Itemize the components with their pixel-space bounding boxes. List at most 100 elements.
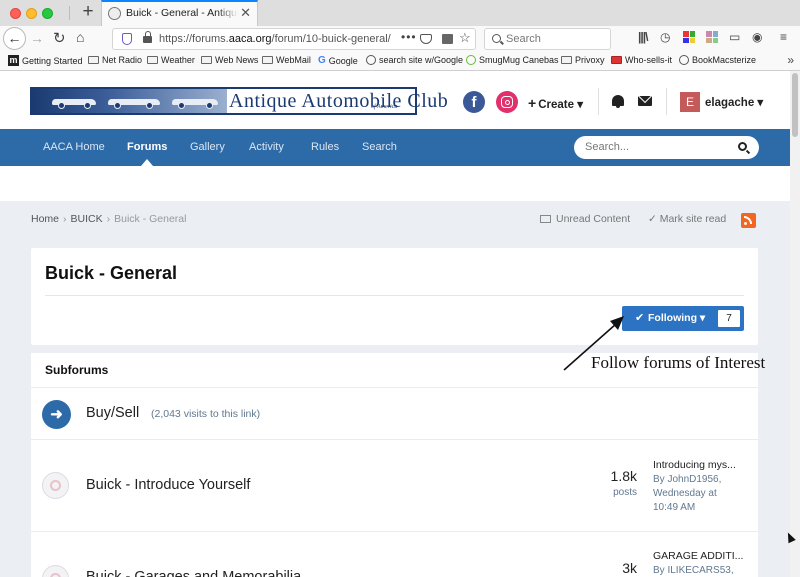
bookmark-item[interactable]: m Getting Started: [8, 55, 83, 66]
last-post-title[interactable]: GARAGE ADDITI...: [653, 550, 743, 562]
notifications-bell-icon[interactable]: [612, 95, 624, 108]
back-button[interactable]: ←: [3, 27, 26, 50]
site-search-input[interactable]: Search...: [574, 136, 759, 159]
create-menu-button[interactable]: + Create ▾: [528, 95, 583, 111]
breadcrumb-home[interactable]: Home: [31, 213, 59, 225]
bookmark-item[interactable]: search site w/Google: [366, 55, 463, 65]
grid-extension-icon[interactable]: [706, 31, 718, 43]
bookmark-item[interactable]: WebMail: [262, 55, 311, 65]
user-menu[interactable]: elagache ▾: [705, 95, 763, 109]
logo-text: Antique Automobile Club: [229, 90, 449, 112]
unread-content-link[interactable]: Unread Content: [540, 213, 630, 225]
menu-icon[interactable]: ≡: [780, 30, 787, 44]
home-button[interactable]: ⌂: [76, 29, 84, 45]
active-nav-caret: [141, 159, 153, 166]
history-icon[interactable]: ◷: [660, 30, 670, 44]
facebook-icon[interactable]: f: [463, 91, 485, 113]
last-post-author[interactable]: By ILIKECARS53,: [653, 564, 753, 577]
last-post-author[interactable]: By JohnD1956,: [653, 473, 753, 487]
search-icon[interactable]: [738, 142, 747, 151]
forum-badge-icon: [42, 472, 69, 499]
page-actions-icon[interactable]: •••: [401, 30, 417, 44]
minimize-window-button[interactable]: [26, 8, 37, 19]
screenshot-icon[interactable]: [442, 34, 453, 44]
zoom-window-button[interactable]: [42, 8, 53, 19]
bookmark-item[interactable]: G Google: [318, 55, 358, 66]
bookmark-item[interactable]: Who-sells-it: [611, 55, 672, 65]
nav-gallery[interactable]: Gallery: [190, 141, 225, 153]
following-button[interactable]: ✔ Following ▾ 7: [622, 306, 744, 331]
subforums-heading: Subforums: [45, 363, 109, 377]
nav-search[interactable]: Search: [362, 141, 397, 153]
folder-icon: [201, 56, 212, 64]
subforum-title-introduce[interactable]: Buick - Introduce Yourself: [86, 477, 250, 493]
page-scrollbar[interactable]: [790, 71, 800, 577]
url-text[interactable]: https://forums.aaca.org/forum/10-buick-g…: [159, 33, 391, 45]
redirect-arrow-icon: ➜: [42, 400, 71, 429]
breadcrumb-current: Buick - General: [114, 213, 187, 225]
annotation-arrow-icon: [563, 316, 624, 371]
lock-icon[interactable]: [143, 31, 152, 43]
search-icon: [492, 34, 501, 43]
new-tab-button[interactable]: +: [78, 2, 98, 22]
instagram-icon[interactable]: [496, 91, 518, 113]
checkmark-icon: ✓: [648, 213, 660, 225]
nav-activity[interactable]: Activity: [249, 141, 284, 153]
tab-close-icon[interactable]: ✕: [240, 6, 251, 20]
forward-button[interactable]: →: [30, 30, 44, 46]
divider: [31, 387, 758, 388]
bookmarks-overflow-icon[interactable]: »: [787, 53, 794, 67]
library-icon[interactable]: |||\: [638, 30, 648, 44]
subforum-title-buysell[interactable]: Buy/Sell: [86, 405, 139, 421]
folder-icon: [262, 56, 273, 64]
divider: [31, 531, 758, 532]
divider: [31, 439, 758, 440]
breadcrumb-buick[interactable]: BUICK: [71, 213, 103, 225]
url-bar[interactable]: https://forums.aaca.org/forum/10-buick-g…: [112, 28, 476, 50]
browser-toolbar: ← → ↻ ⌂ https://forums.aaca.org/forum/10…: [0, 26, 800, 52]
browser-search-placeholder: Search: [506, 33, 541, 45]
subforum-visits: (2,043 visits to this link): [151, 408, 261, 420]
bookmark-item[interactable]: Privoxy: [561, 55, 605, 65]
sidebar-icon[interactable]: ▭: [729, 30, 740, 44]
bookmark-star-icon[interactable]: ☆: [459, 30, 471, 46]
bookmark-item[interactable]: BookMacsterize: [679, 55, 756, 65]
color-extension-icon[interactable]: [683, 31, 695, 43]
checkmark-icon: ✔: [635, 312, 645, 324]
nav-aaca-home[interactable]: AACA Home: [43, 141, 105, 153]
bookmark-item[interactable]: Weather: [147, 55, 195, 65]
last-post-time: 10:49 AM: [653, 502, 696, 513]
reload-button[interactable]: ↻: [53, 29, 66, 47]
close-window-button[interactable]: [10, 8, 21, 19]
favicon-icon: [108, 7, 121, 20]
pocket-icon[interactable]: [420, 34, 432, 44]
post-count: 3k: [622, 560, 637, 576]
mark-site-read-link[interactable]: ✓ Mark site read: [648, 213, 726, 225]
nav-rules[interactable]: Rules: [311, 141, 339, 153]
browser-tab-bar: + Buick - General - Antique Autom ✕: [0, 0, 800, 26]
browser-search-input[interactable]: Search: [484, 28, 611, 50]
user-avatar[interactable]: E: [680, 92, 700, 112]
bookmark-item[interactable]: Net Radio: [88, 55, 142, 65]
browser-tab-active[interactable]: Buick - General - Antique Autom ✕: [101, 0, 258, 26]
scrollbar-thumb[interactable]: [792, 73, 798, 137]
site-logo[interactable]: Antique Automobile Club of America: [30, 87, 448, 115]
globe-icon: [366, 55, 376, 65]
bookmarks-bar: m Getting Started Net Radio Weather Web N…: [0, 52, 800, 71]
nav-forums[interactable]: Forums: [127, 141, 167, 153]
title-divider: [45, 295, 744, 296]
bookmark-item[interactable]: Web News: [201, 55, 258, 65]
header-divider: [598, 88, 599, 115]
subforum-title-garages[interactable]: Buick - Garages and Memorabilia: [86, 569, 301, 577]
messages-mail-icon[interactable]: [638, 96, 652, 106]
account-icon[interactable]: ◉: [752, 30, 762, 44]
forum-badge-icon: [42, 565, 69, 577]
folder-icon: [88, 56, 99, 64]
m-icon: m: [8, 55, 19, 66]
follower-count: 7: [718, 310, 740, 327]
folder-icon: [561, 56, 572, 64]
last-post-title[interactable]: Introducing mys...: [653, 459, 736, 471]
rss-feed-icon[interactable]: [741, 213, 756, 228]
tracking-shield-icon[interactable]: [122, 33, 132, 45]
bookmark-item[interactable]: SmugMug Canebas: [466, 55, 559, 65]
